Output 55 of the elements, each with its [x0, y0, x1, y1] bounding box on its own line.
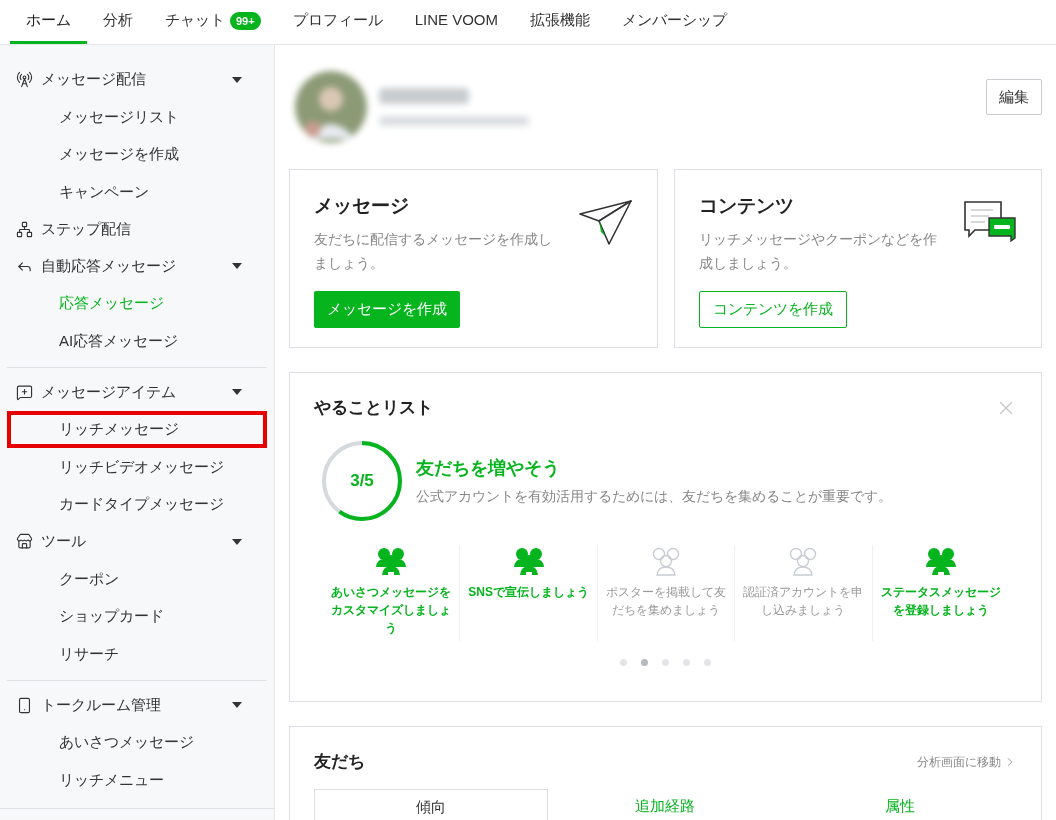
- nav-tab[interactable]: メンバーシップ: [606, 0, 744, 44]
- nav-tab[interactable]: LINE VOOM: [398, 0, 515, 44]
- sidebar-item[interactable]: リッチメニュー: [7, 761, 267, 799]
- caret-icon: [232, 702, 242, 708]
- count-badge: 99+: [230, 11, 261, 30]
- card-title: 友だち: [314, 751, 365, 773]
- sidebar-group[interactable]: ステップ配信: [7, 210, 267, 248]
- friends-tab[interactable]: 傾向: [314, 788, 549, 820]
- chat-line-icon: [963, 200, 1017, 242]
- sidebar-group-label: 自動応答メッセージ: [41, 255, 177, 276]
- sidebar-group[interactable]: 自動応答メッセージ: [7, 247, 267, 285]
- sidebar-group[interactable]: トークルーム管理: [7, 686, 267, 724]
- sidebar-item[interactable]: キャンペーン: [7, 173, 267, 211]
- nav-tab[interactable]: チャット 99+: [149, 0, 277, 44]
- nav-tab[interactable]: プロフィール: [276, 0, 399, 44]
- phone-icon: [16, 696, 33, 714]
- caret-icon: [232, 389, 242, 395]
- sidebar-item[interactable]: ショップカード: [7, 597, 267, 635]
- caret-icon: [232, 263, 242, 269]
- nav-tab[interactable]: 拡張機能: [514, 0, 607, 44]
- hierarchy-icon: [16, 220, 33, 238]
- card-title: やることリスト: [314, 397, 433, 419]
- progress-reading: 3/5: [350, 469, 374, 492]
- sidebar-item[interactable]: あいさつメッセージ: [7, 723, 267, 761]
- sidebar-item[interactable]: クーポン: [7, 560, 267, 598]
- sidebar-group-label: ステップ配信: [41, 218, 132, 239]
- paper-plane-icon: [578, 200, 633, 246]
- sidebar-item[interactable]: リッチメッセージ: [7, 410, 267, 448]
- sidebar-group-label: メッセージ配信: [41, 69, 147, 90]
- edit-button[interactable]: 編集: [986, 79, 1042, 115]
- nav-tab[interactable]: 分析: [87, 0, 149, 44]
- analysis-link[interactable]: 分析画面に移動: [917, 752, 1017, 771]
- sidebar-group-label: トークルーム管理: [41, 694, 162, 715]
- sidebar-item[interactable]: リッチビデオメッセージ: [7, 448, 267, 486]
- card-title: コンテンツ: [698, 194, 795, 218]
- caret-icon: [232, 76, 242, 83]
- caret-icon: [232, 538, 242, 545]
- card-description: 友だちに配信するメッセージを作成しましょう。: [314, 229, 553, 273]
- sidebar-group-label: ツール: [41, 531, 87, 552]
- sidebar-group[interactable]: ツール: [7, 523, 267, 560]
- sidebar-item[interactable]: リサーチ: [7, 635, 267, 673]
- sidebar-group[interactable]: メッセージ配信: [7, 61, 267, 98]
- card-description: リッチメッセージやクーポンなどを作成しましょう。: [698, 229, 938, 273]
- todo-heading: 友だちを増やそう: [416, 456, 561, 480]
- sidebar-item[interactable]: メッセージを作成: [7, 135, 267, 173]
- sidebar-item[interactable]: AI応答メッセージ: [7, 322, 267, 360]
- sidebar-item[interactable]: カードタイプメッセージ: [7, 485, 267, 523]
- todo-description: 公式アカウントを有効活用するためには、友だちを集めることが重要です。: [416, 486, 892, 506]
- sidebar-group-label: メッセージアイテム: [41, 381, 177, 402]
- broadcast-icon: [16, 71, 33, 88]
- sidebar-group[interactable]: メッセージアイテム: [7, 373, 267, 411]
- sidebar-item[interactable]: メッセージリスト: [7, 98, 267, 136]
- store-icon: [16, 533, 33, 550]
- message-plus-icon: [16, 383, 33, 401]
- card-title: メッセージ: [314, 194, 410, 218]
